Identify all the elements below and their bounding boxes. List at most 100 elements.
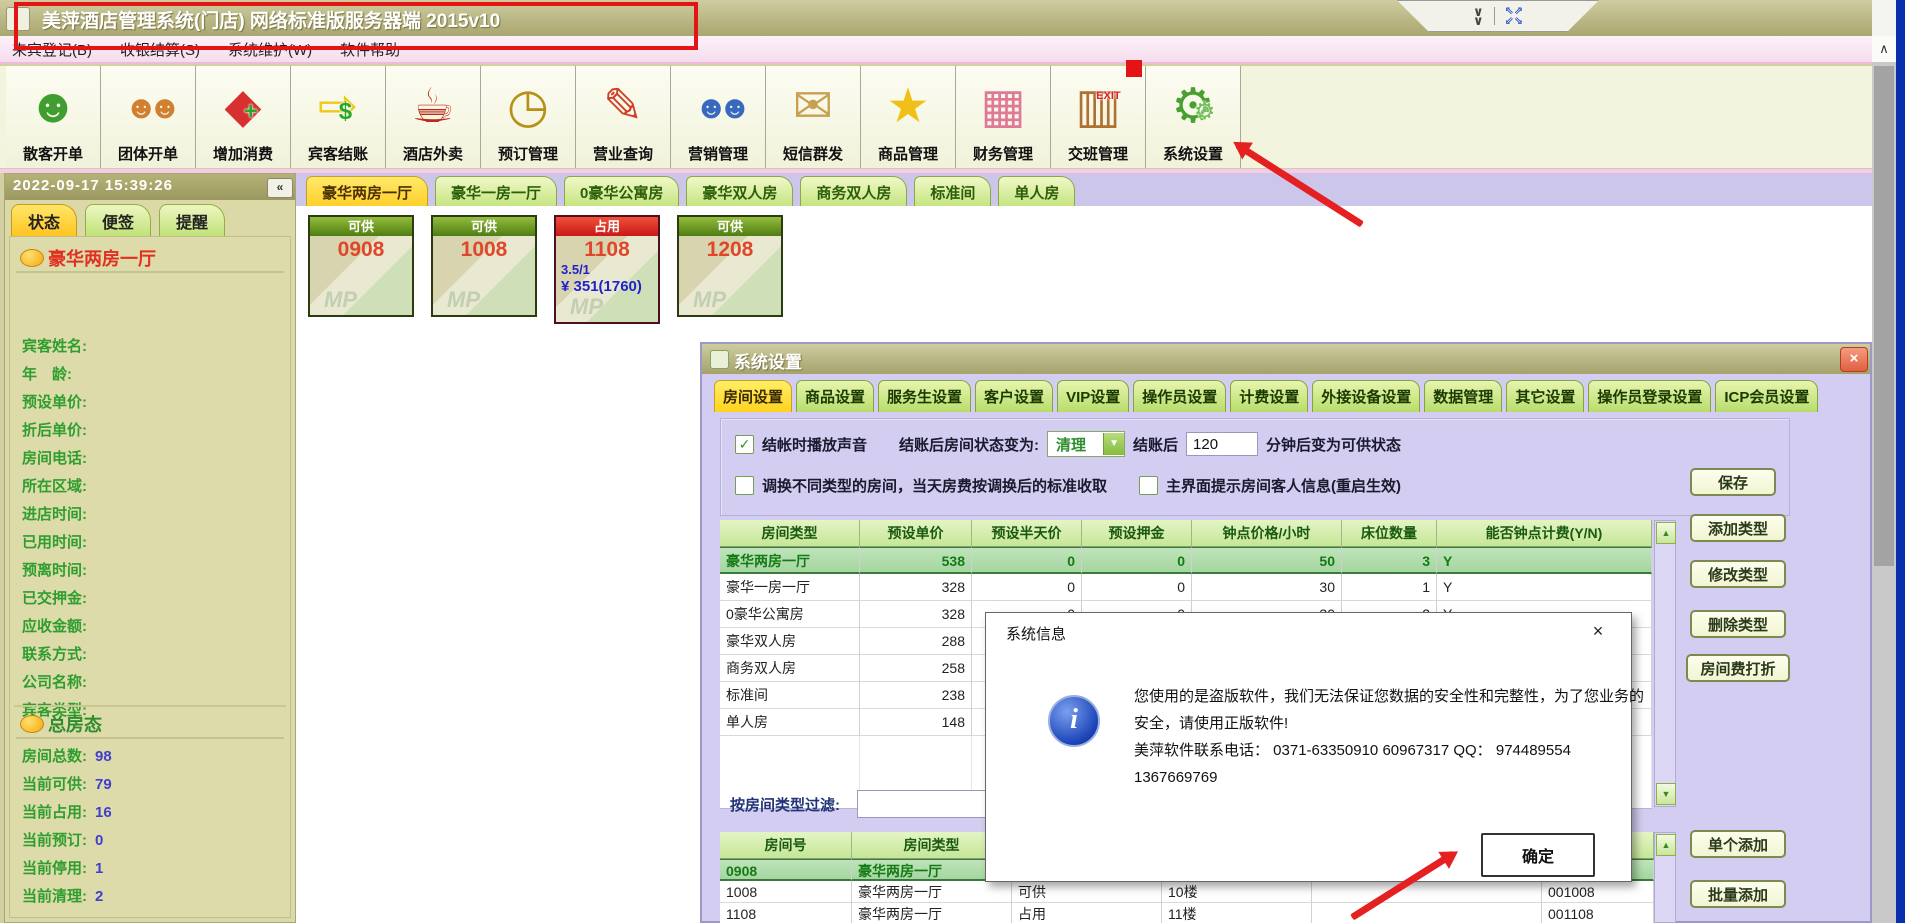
page-scrollbar-thumb[interactable] bbox=[1874, 66, 1894, 566]
toolbar-button-shift-exit[interactable]: 交班管理 bbox=[1051, 66, 1146, 168]
settings-tab-4[interactable]: 客户设置 bbox=[975, 380, 1053, 412]
settings-tab-7[interactable]: 计费设置 bbox=[1230, 380, 1308, 412]
sidebar-tab-3[interactable]: 提醒 bbox=[159, 204, 225, 237]
rooms-table-row[interactable]: 1008豪华两房一厅可供10楼001008 bbox=[720, 881, 1654, 903]
settings-tab-5[interactable]: VIP设置 bbox=[1057, 380, 1129, 412]
system-message-dialog: 系统信息 × i 您使用的是盗版软件，我们无法保证您数据的安全性和完整性，为了您… bbox=[985, 612, 1632, 882]
save-button[interactable]: 保存 bbox=[1690, 468, 1776, 496]
room-tab-7[interactable]: 单人房 bbox=[998, 176, 1075, 207]
toolbar-button-add-consume[interactable]: 增加消费 bbox=[196, 66, 291, 168]
after-minutes-input[interactable] bbox=[1186, 432, 1258, 456]
toolbar-button-label: 交班管理 bbox=[1068, 143, 1128, 164]
button-删除类型[interactable]: 删除类型 bbox=[1690, 610, 1786, 638]
toolbar-button-label: 财务管理 bbox=[973, 143, 1033, 164]
toolbar-button-group-order[interactable]: 团体开单 bbox=[101, 66, 196, 168]
stat-row-1: 房间总数:98 bbox=[22, 745, 112, 766]
settings-tab-11[interactable]: 操作员登录设置 bbox=[1588, 380, 1711, 412]
settings-tab-10[interactable]: 其它设置 bbox=[1506, 380, 1584, 412]
toolbar-button-label: 酒店外卖 bbox=[403, 143, 463, 164]
sidebar-tab-1[interactable]: 状态 bbox=[11, 204, 77, 237]
room-tab-3[interactable]: 0豪华公寓房 bbox=[564, 176, 679, 207]
scrollbar-up-arrow[interactable]: ∧ bbox=[1872, 36, 1896, 62]
settings-close-button[interactable]: × bbox=[1840, 347, 1868, 372]
settings-tab-2[interactable]: 商品设置 bbox=[796, 380, 874, 412]
room-tab-6[interactable]: 标准间 bbox=[914, 176, 991, 207]
room-card-1208[interactable]: 可供1208MP bbox=[677, 215, 783, 317]
stat-label: 当前停用: bbox=[22, 860, 87, 877]
finance-icon bbox=[980, 71, 1025, 143]
type-table-header-cell: 预设押金 bbox=[1082, 520, 1192, 547]
filter-input[interactable] bbox=[857, 790, 987, 818]
button-房间费打折[interactable]: 房间费打折 bbox=[1686, 654, 1790, 682]
type-table-scrollbar[interactable]: ▲ ▼ bbox=[1654, 520, 1676, 807]
play-sound-checkbox[interactable]: ✓ bbox=[735, 435, 754, 454]
toolbar-button-guest-checkout[interactable]: 宾客结账 bbox=[291, 66, 386, 168]
room-tab-4[interactable]: 豪华双人房 bbox=[686, 176, 793, 207]
toolbar-button-finance[interactable]: 财务管理 bbox=[956, 66, 1051, 168]
type-table-cell: 148 bbox=[860, 709, 972, 736]
rooms-table-scrollbar[interactable]: ▲ bbox=[1654, 832, 1676, 923]
toolbar-button-marketing[interactable]: 营销管理 bbox=[671, 66, 766, 168]
sidebar-tab-2[interactable]: 便签 bbox=[85, 204, 151, 237]
option-row-2: 调换不同类型的房间，当天房费按调换后的标准收取 主界面提示房间客人信息(重启生效… bbox=[735, 475, 1401, 496]
room-card-body: 1008MP bbox=[433, 236, 535, 315]
room-status-badge: 可供 bbox=[679, 217, 781, 236]
settings-tab-8[interactable]: 外接设备设置 bbox=[1312, 380, 1420, 412]
scroll-up-icon[interactable]: ▲ bbox=[1656, 522, 1676, 544]
room-tab-2[interactable]: 豪华一房一厅 bbox=[435, 176, 557, 207]
after-minutes-suffix: 分钟后变为可供状态 bbox=[1266, 434, 1401, 455]
ok-button[interactable]: 确定 bbox=[1481, 833, 1595, 877]
show-guest-info-checkbox[interactable] bbox=[1139, 476, 1158, 495]
annotation-red-square bbox=[1126, 60, 1142, 77]
status-after-combobox[interactable]: 清理 ▼ bbox=[1047, 431, 1125, 457]
toolbar-button-takeout[interactable]: 酒店外卖 bbox=[386, 66, 481, 168]
toolbar-button-goods-star[interactable]: 商品管理 bbox=[861, 66, 956, 168]
sidebar-collapse-button[interactable]: « bbox=[267, 178, 293, 198]
button-添加类型[interactable]: 添加类型 bbox=[1690, 514, 1786, 542]
settings-tab-12[interactable]: ICP会员设置 bbox=[1715, 380, 1818, 412]
marketing-icon bbox=[694, 71, 741, 143]
toolbar-button-system-settings-gear[interactable]: 系统设置 bbox=[1146, 66, 1241, 168]
double-chevron-down-icon[interactable]: ∨∨ bbox=[1473, 7, 1484, 25]
room-tab-1[interactable]: 豪华两房一厅 bbox=[306, 176, 428, 207]
rooms-table-cell: 豪华两房一厅 bbox=[852, 881, 1012, 903]
expand-arrows-icon[interactable]: ⇖⇗⇙⇘ bbox=[1505, 6, 1523, 26]
type-table-cell: 238 bbox=[860, 682, 972, 709]
scroll-down-icon[interactable]: ▼ bbox=[1656, 783, 1676, 805]
toolbar-button-business-query[interactable]: 营业查询 bbox=[576, 66, 671, 168]
settings-tab-6[interactable]: 操作员设置 bbox=[1133, 380, 1226, 412]
type-table-cell: 328 bbox=[860, 601, 972, 628]
room-card-1008[interactable]: 可供1008MP bbox=[431, 215, 537, 317]
sidebar-datetime-bar: 2022-09-17 15:39:26 « bbox=[5, 174, 295, 200]
orange-ball-icon bbox=[20, 249, 44, 267]
application-window: 美萍酒店管理系统(门店) 网络标准版服务器端 2015v10 ∨∨ ⇖⇗⇙⇘ ∧… bbox=[0, 0, 1905, 923]
scroll-up-icon[interactable]: ▲ bbox=[1656, 834, 1676, 856]
toolbar-button-booking-clock[interactable]: 预订管理 bbox=[481, 66, 576, 168]
type-table-cell: 单人房 bbox=[720, 709, 860, 736]
toolbar-buttons: 散客开单团体开单增加消费宾客结账酒店外卖预订管理营业查询营销管理短信群发商品管理… bbox=[6, 66, 1241, 168]
room-card-0908[interactable]: 可供0908MP bbox=[308, 215, 414, 317]
type-table-row[interactable]: 豪华两房一厅53800503Y bbox=[720, 547, 1652, 574]
swap-room-type-checkbox[interactable] bbox=[735, 476, 754, 495]
rooms-table-row[interactable]: 1108豪华两房一厅占用11楼001108 bbox=[720, 903, 1654, 923]
room-tab-5[interactable]: 商务双人房 bbox=[800, 176, 907, 207]
datetime-label: 2022-09-17 15:39:26 bbox=[13, 177, 173, 194]
rooms-table-cell: 占用 bbox=[1012, 903, 1162, 923]
combobox-dropdown-icon[interactable]: ▼ bbox=[1103, 433, 1124, 455]
button-单个添加[interactable]: 单个添加 bbox=[1690, 830, 1786, 858]
toolbar-button-single-guest[interactable]: 散客开单 bbox=[6, 66, 101, 168]
button-修改类型[interactable]: 修改类型 bbox=[1690, 560, 1786, 588]
button-批量添加[interactable]: 批量添加 bbox=[1690, 880, 1786, 908]
status-after-label: 结账后房间状态变为: bbox=[899, 434, 1039, 455]
settings-tab-1[interactable]: 房间设置 bbox=[714, 380, 792, 412]
group-order-icon bbox=[124, 71, 171, 143]
message-close-icon[interactable]: × bbox=[1586, 621, 1610, 642]
toolbar-button-sms-mail[interactable]: 短信群发 bbox=[766, 66, 861, 168]
settings-tab-9[interactable]: 数据管理 bbox=[1424, 380, 1502, 412]
settings-tab-3[interactable]: 服务生设置 bbox=[878, 380, 971, 412]
type-table-row[interactable]: 豪华一房一厅32800301Y bbox=[720, 574, 1652, 601]
room-type-header: 豪华两房一厅 bbox=[20, 245, 156, 271]
message-dialog-title: 系统信息 bbox=[1006, 623, 1066, 644]
settings-dialog-titlebar: 系统设置 × bbox=[702, 344, 1870, 374]
room-card-1108[interactable]: 占用11083.5/1¥ 351(1760)MP bbox=[554, 215, 660, 324]
